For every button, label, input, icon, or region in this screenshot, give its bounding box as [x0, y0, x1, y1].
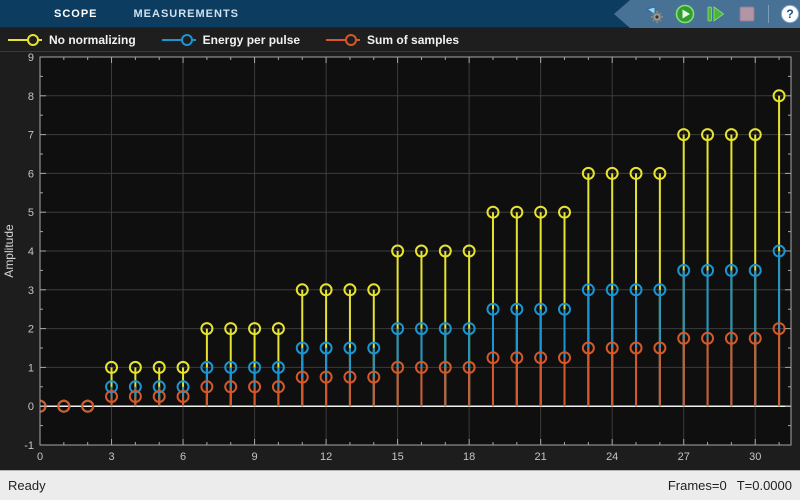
frames-counter: Frames=0 [667, 478, 727, 493]
settings-button[interactable] [644, 4, 664, 24]
svg-text:12: 12 [320, 451, 332, 463]
help-button[interactable]: ? [780, 4, 800, 24]
legend-item-sum-of-samples[interactable]: Sum of samples [326, 33, 459, 47]
stop-button[interactable] [737, 4, 757, 24]
svg-text:1: 1 [28, 362, 34, 374]
run-icon [675, 4, 695, 24]
svg-text:-1: -1 [24, 440, 34, 452]
legend: No normalizing Energy per pulse Sum of s… [0, 28, 800, 52]
legend-item-energy-per-pulse[interactable]: Energy per pulse [161, 32, 301, 47]
stem-marker-icon [161, 33, 196, 46]
svg-text:6: 6 [180, 451, 186, 463]
stem-marker-icon [8, 33, 42, 46]
tab-measurements[interactable]: MEASUREMENTS [116, 0, 258, 27]
step-forward-icon [707, 6, 725, 22]
scope-display[interactable]: 0 3 6 9 12 15 18 21 24 27 30 -1 0 1 2 3 4 5 6 7 8 9 Amplitude [0, 52, 800, 470]
svg-text:6: 6 [28, 168, 34, 180]
run-button[interactable] [675, 4, 695, 24]
svg-text:9: 9 [28, 52, 34, 64]
time-readout: T=0.0000 [736, 478, 792, 493]
svg-text:7: 7 [28, 130, 34, 142]
step-forward-button[interactable] [706, 4, 726, 24]
status-message: Ready [8, 478, 46, 493]
svg-text:27: 27 [678, 451, 690, 463]
svg-text:Amplitude: Amplitude [2, 224, 16, 278]
svg-text:?: ? [786, 7, 793, 21]
svg-text:4: 4 [28, 246, 34, 258]
svg-text:3: 3 [28, 285, 34, 297]
toolbar-separator [768, 5, 769, 23]
svg-text:8: 8 [28, 91, 34, 103]
svg-text:24: 24 [606, 451, 618, 463]
svg-text:0: 0 [37, 451, 43, 463]
toolstrip: ? [614, 0, 800, 28]
stem-chart-svg[interactable]: 0 3 6 9 12 15 18 21 24 27 30-10123456789Amplitude [0, 52, 800, 470]
tab-bar: SCOPE MEASUREMENTS ? [0, 0, 800, 28]
svg-text:5: 5 [28, 207, 34, 219]
svg-text:18: 18 [463, 451, 475, 463]
svg-text:3: 3 [108, 451, 114, 463]
svg-text:30: 30 [749, 451, 761, 463]
help-icon: ? [780, 4, 800, 24]
stem-marker-icon [326, 33, 361, 46]
svg-text:15: 15 [391, 451, 403, 463]
legend-label: No normalizing [49, 32, 136, 47]
svg-text:9: 9 [252, 451, 258, 463]
tab-scope[interactable]: SCOPE [36, 0, 116, 27]
svg-text:21: 21 [535, 451, 547, 463]
svg-text:2: 2 [28, 324, 34, 336]
legend-label: Energy per pulse [202, 32, 301, 47]
stop-icon [739, 6, 755, 22]
settings-icon [645, 5, 663, 23]
svg-text:0: 0 [28, 401, 34, 413]
legend-label: Sum of samples [367, 32, 460, 47]
legend-item-no-normalizing[interactable]: No normalizing [8, 33, 136, 47]
status-bar: Ready Frames=0 T=0.0000 [0, 470, 800, 500]
